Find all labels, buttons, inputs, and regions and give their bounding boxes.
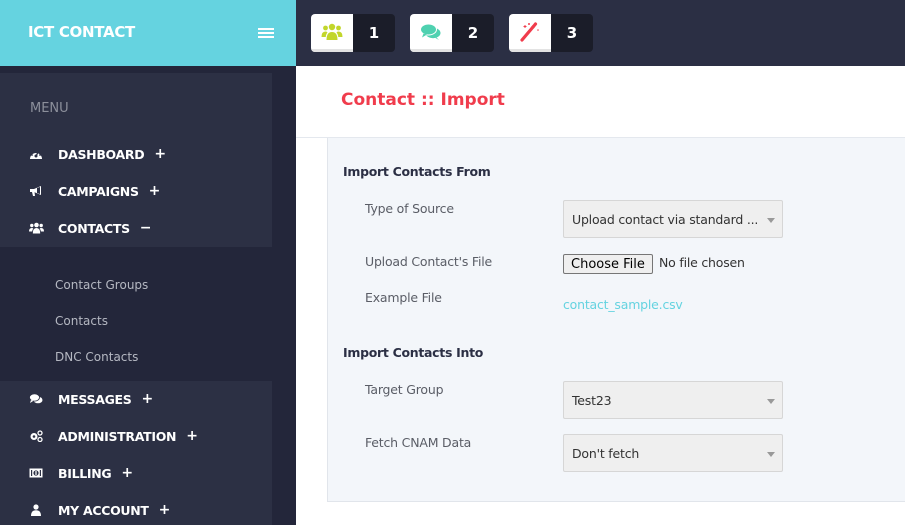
- sidebar-item-label: MESSAGES: [58, 391, 132, 407]
- sidebar-item-label: BILLING: [58, 465, 112, 481]
- source-type-value: Upload contact via standard ...: [572, 212, 759, 227]
- brand-logo[interactable]: ICT CONTACT: [28, 23, 135, 41]
- sidebar-item-administration[interactable]: ADMINISTRATION +: [28, 426, 198, 446]
- magic-wand-icon: [509, 14, 551, 52]
- submenu-dnc-contacts[interactable]: DNC Contacts: [55, 350, 138, 364]
- target-group-select[interactable]: Test23: [563, 381, 783, 419]
- expand-icon[interactable]: +: [149, 183, 161, 199]
- example-file-label: Example File: [365, 290, 442, 305]
- sidebar-item-messages[interactable]: MESSAGES +: [28, 389, 153, 409]
- messages-badge[interactable]: 2: [410, 14, 494, 52]
- sidebar-item-label: DASHBOARD: [58, 146, 145, 162]
- menu-heading: MENU: [30, 101, 69, 116]
- expand-icon[interactable]: +: [142, 391, 154, 407]
- contacts-count: 1: [353, 14, 395, 52]
- fetch-cnam-value: Don't fetch: [572, 446, 640, 461]
- user-icon: [28, 503, 44, 517]
- expand-icon[interactable]: +: [154, 146, 166, 162]
- users-icon: [28, 221, 44, 235]
- sidebar-item-billing[interactable]: BILLING +: [28, 463, 133, 483]
- submenu-contact-groups[interactable]: Contact Groups: [55, 278, 148, 292]
- dashboard-icon: [28, 147, 44, 161]
- fetch-cnam-label: Fetch CNAM Data: [365, 435, 472, 450]
- upload-file-label: Upload Contact's File: [365, 254, 493, 269]
- submenu-contacts[interactable]: Contacts: [55, 314, 108, 328]
- tasks-count: 3: [551, 14, 593, 52]
- cogs-icon: [28, 429, 44, 443]
- sidebar-item-label: MY ACCOUNT: [58, 502, 149, 518]
- source-type-select[interactable]: Upload contact via standard ...: [563, 200, 783, 238]
- file-status: No file chosen: [659, 255, 745, 270]
- brand-header: ICT CONTACT: [0, 0, 296, 66]
- money-icon: [28, 466, 44, 480]
- sidebar-item-contacts[interactable]: CONTACTS −: [28, 218, 152, 238]
- expand-icon[interactable]: +: [186, 428, 198, 444]
- section-heading-from: Import Contacts From: [343, 164, 491, 179]
- chevron-down-icon: [767, 218, 775, 223]
- target-group-label: Target Group: [365, 382, 444, 397]
- sidebar-item-label: ADMINISTRATION: [58, 428, 177, 444]
- users-icon: [311, 14, 353, 52]
- contacts-badge[interactable]: 1: [311, 14, 395, 52]
- sidebar-item-label: CAMPAIGNS: [58, 183, 139, 199]
- comments-icon: [28, 392, 44, 406]
- expand-icon[interactable]: +: [159, 502, 171, 518]
- chevron-down-icon: [767, 452, 775, 457]
- bullhorn-icon: [28, 184, 44, 198]
- collapse-icon[interactable]: −: [140, 220, 152, 236]
- sidebar-item-label: CONTACTS: [58, 220, 130, 236]
- target-group-value: Test23: [572, 393, 612, 408]
- source-type-label: Type of Source: [365, 201, 454, 216]
- sidebar-item-campaigns[interactable]: CAMPAIGNS +: [28, 181, 160, 201]
- sidebar-item-my-account[interactable]: MY ACCOUNT +: [28, 500, 170, 520]
- menu-toggle-icon[interactable]: [258, 28, 274, 39]
- sidebar: MENU DASHBOARD + CAMPAIGNS + CONTACTS − …: [0, 66, 296, 525]
- chevron-down-icon: [767, 399, 775, 404]
- top-bar: 1 2 3: [296, 0, 905, 66]
- comments-icon: [410, 14, 452, 52]
- fetch-cnam-select[interactable]: Don't fetch: [563, 434, 783, 472]
- page-title: Contact :: Import: [341, 90, 505, 110]
- tasks-badge[interactable]: 3: [509, 14, 593, 52]
- section-heading-into: Import Contacts Into: [343, 345, 484, 360]
- choose-file-button[interactable]: Choose File: [563, 254, 653, 274]
- messages-count: 2: [452, 14, 494, 52]
- sidebar-item-dashboard[interactable]: DASHBOARD +: [28, 144, 166, 164]
- example-file-link[interactable]: contact_sample.csv: [563, 297, 683, 312]
- page-header: Contact :: Import: [296, 66, 905, 138]
- expand-icon[interactable]: +: [121, 465, 133, 481]
